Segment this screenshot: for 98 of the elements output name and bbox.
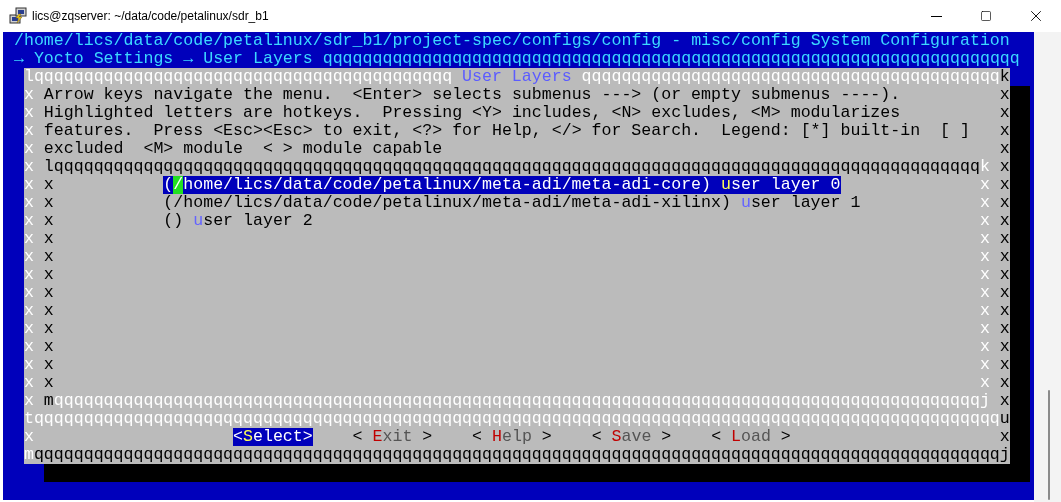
help-text: excluded <M> module < > module capable [43, 140, 444, 158]
frame-rule: qqqqqqqqqqqqqqqqqqqqqqqqqqqqqqqqqqqqqqqqqqqqqqqqqqqqqqqqqqqqqqqqqqqqqq [322, 50, 1020, 68]
frame-char: x [23, 104, 34, 122]
frame-char: m [43, 392, 54, 410]
frame-char: x [999, 212, 1010, 230]
dialog-button[interactable]: < Save > [591, 428, 672, 446]
frame-char: j [979, 392, 990, 410]
frame-char: x [979, 176, 990, 194]
frame-char: x [999, 248, 1010, 266]
frame-char: x [23, 140, 34, 158]
frame-char: x [43, 194, 54, 212]
frame-char: j [999, 446, 1010, 464]
frame-char: x [23, 194, 34, 212]
frame-char: x [999, 392, 1010, 410]
frame-char: x [23, 374, 34, 392]
frame-char: l [43, 158, 54, 176]
terminal-app-icon [9, 7, 27, 25]
frame-char: x [999, 284, 1010, 302]
frame-char: x [43, 212, 54, 230]
frame-char: x [999, 158, 1010, 176]
frame-char: x [43, 374, 54, 392]
frame-char: x [999, 320, 1010, 338]
frame-char: x [979, 320, 990, 338]
frame-rule: qqqqqqqqqqqqqqqqqqqqqqqqqqqqqqqqqqqqqqqqqq [33, 68, 453, 86]
frame-char: u [999, 410, 1010, 428]
frame-char: t [23, 410, 34, 428]
frame-char: x [23, 338, 34, 356]
frame-char: x [999, 140, 1010, 158]
frame-rule: qqqqqqqqqqqqqqqqqqqqqqqqqqqqqqqqqqqqqqqqqqqqqqqqqqqqqqqqqqqqqqqqqqqqqqqqqqqqqqqqqqqqqqqqqqqqq [53, 158, 980, 176]
frame-char: x [999, 266, 1010, 284]
frame-char: x [979, 356, 990, 374]
frame-char: x [23, 176, 34, 194]
frame-rule: qqqqqqqqqqqqqqqqqqqqqqqqqqqqqqqqqqqqqqqqqq [581, 68, 1000, 86]
frame-char: x [23, 158, 34, 176]
dialog-title: User Layers [462, 68, 572, 86]
frame-char: x [979, 374, 990, 392]
frame-char: x [999, 374, 1010, 392]
frame-char: x [43, 176, 54, 194]
frame-char: x [999, 194, 1010, 212]
config-path: /home/lics/data/code/petalinux/sdr_b1/project-spec/configs/config - misc/config System Configuration [14, 32, 1011, 50]
dialog-button[interactable]: < Exit > [352, 428, 433, 446]
frame-char: x [23, 320, 34, 338]
frame-char: x [979, 266, 990, 284]
dialog-button[interactable]: < Load > [711, 428, 791, 446]
dialog-button[interactable]: <Select> [233, 428, 313, 446]
frame-char: x [979, 284, 990, 302]
frame-char: x [43, 266, 54, 284]
frame-char: x [23, 356, 34, 374]
scrollbar-thumb[interactable] [1048, 390, 1050, 500]
frame-char: l [23, 68, 34, 86]
frame-char: x [999, 122, 1010, 140]
frame-char: x [979, 248, 990, 266]
frame-char: x [23, 212, 34, 230]
help-text: features. Press <Esc><Esc> to exit, <?> for Help, </> for Search. Legend: [*] built-in [ ] [43, 122, 971, 140]
breadcrumb: → Yocto Settings → User Layers [14, 50, 313, 68]
frame-char: x [999, 338, 1010, 356]
frame-char: x [999, 356, 1010, 374]
dialog-button[interactable]: < Help > [472, 428, 552, 446]
frame-char: x [23, 248, 34, 266]
menu-item[interactable]: (/home/lics/data/code/petalinux/meta-adi/meta-adi-xilinx) user layer 1 [163, 194, 861, 212]
frame-char: x [979, 194, 990, 212]
frame-char: x [43, 320, 54, 338]
frame-char: x [43, 356, 54, 374]
frame-char: x [999, 230, 1010, 248]
frame-char: x [979, 338, 990, 356]
frame-char: x [23, 392, 34, 410]
frame-char: x [43, 338, 54, 356]
frame-char: x [23, 122, 34, 140]
frame-char: x [999, 176, 1010, 194]
maximize-icon [980, 10, 992, 22]
window-title: lics@zqserver: ~/data/code/petalinux/sdr_b1 [32, 8, 269, 25]
frame-rule: qqqqqqqqqqqqqqqqqqqqqqqqqqqqqqqqqqqqqqqqqqqqqqqqqqqqqqqqqqqqqqqqqqqqqqqqqqqqqqqqqqqqqqqqqqqqq [53, 392, 980, 410]
frame-char: m [23, 446, 34, 464]
frame-char: x [999, 428, 1010, 446]
help-text: Arrow keys navigate the menu. <Enter> selects submenus ---> (or empty submenus ----). [43, 86, 902, 104]
frame-rule: qqqqqqqqqqqqqqqqqqqqqqqqqqqqqqqqqqqqqqqqqqqqqqqqqqqqqqqqqqqqqqqqqqqqqqqqqqqqqqqqqqqqqqqqqqqqqqqqq [33, 446, 1000, 464]
frame-char: k [999, 68, 1010, 86]
frame-char: x [999, 104, 1010, 122]
frame-char: x [979, 230, 990, 248]
frame-char: x [999, 302, 1010, 320]
frame-char: x [43, 284, 54, 302]
frame-char: x [23, 266, 34, 284]
frame-char: x [999, 86, 1010, 104]
frame-char: x [23, 428, 34, 446]
frame-char: x [23, 230, 34, 248]
minimize-icon [930, 15, 942, 17]
frame-char: x [23, 284, 34, 302]
menu-item[interactable]: () user layer 2 [163, 212, 313, 230]
frame-char: x [43, 230, 54, 248]
frame-char: x [43, 302, 54, 320]
frame-char: k [979, 158, 990, 176]
frame-char: x [979, 212, 990, 230]
help-text: Highlighted letters are hotkeys. Pressing <Y> includes, <N> excludes, <M> modularizes [43, 104, 902, 122]
frame-char: x [23, 302, 34, 320]
frame-char: x [979, 302, 990, 320]
frame-char: x [43, 248, 54, 266]
frame-char: x [23, 86, 34, 104]
frame-rule: qqqqqqqqqqqqqqqqqqqqqqqqqqqqqqqqqqqqqqqqqqqqqqqqqqqqqqqqqqqqqqqqqqqqqqqqqqqqqqqqqqqqqqqqqqqqqqqqq [33, 410, 1000, 428]
